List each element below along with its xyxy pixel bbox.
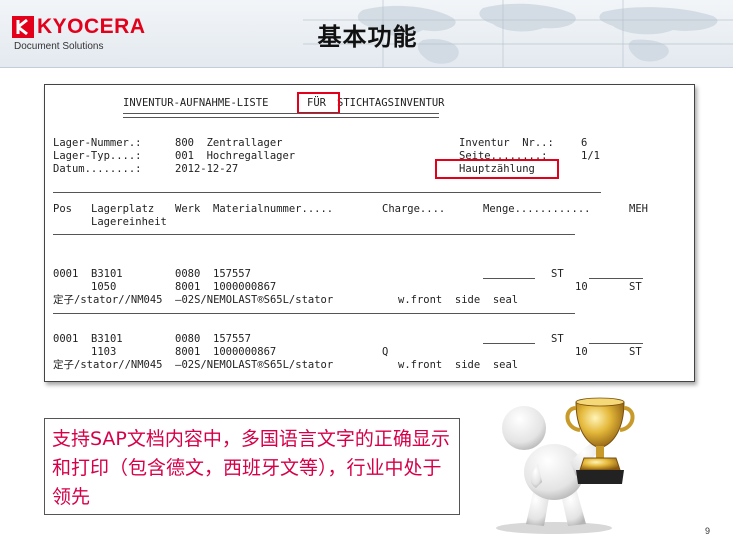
datum-value: 2012-12-27 (175, 163, 239, 175)
trophy-figure-icon (496, 397, 635, 534)
highlight-hauptzahlung (435, 159, 559, 179)
seite-value: 1/1 (581, 150, 600, 162)
header-divider (0, 67, 733, 68)
page-title: 基本功能 (317, 23, 418, 51)
row2-unit: ST (551, 333, 564, 345)
row1-material2: 1000000867 (213, 281, 277, 293)
column-lagerplatz: Lagerplatz (91, 203, 155, 215)
inventur-value: 6 (581, 137, 588, 149)
row2-pos: 0001 (53, 333, 79, 345)
column-pos: Pos (53, 203, 72, 215)
row1-count-line (483, 278, 535, 279)
column-charge: Charge.... (382, 203, 446, 215)
row1-description: 定子/stator//NM045 —02S/NEMOLAST®S65L/stat… (53, 294, 334, 306)
datum-label: Datum........: (53, 163, 142, 175)
row2-material: 157557 (213, 333, 251, 345)
row2-charge: Q (382, 346, 389, 358)
sap-printout: INVENTUR-AUFNAHME-LISTE FÜR STICHTAGSINV… (44, 84, 695, 382)
row2-count-line (483, 343, 535, 344)
header-bottom-rule (53, 234, 575, 235)
row1-werk2: 8001 (175, 281, 201, 293)
header-top-rule (53, 192, 601, 193)
column-meh: MEH (629, 203, 648, 215)
info-callout-text: 支持SAP文档内容中，多国语言文字的正确显示和打印（包含德文，西班牙文等），行业… (52, 428, 450, 508)
column-menge: Menge............ (483, 203, 591, 215)
row2-qty: 10 (575, 346, 588, 358)
row2-meh-line (589, 343, 643, 344)
row1-pos: 0001 (53, 268, 79, 280)
row2-lagereinheit: 1103 (91, 346, 117, 358)
row1-lagerplatz: B3101 (91, 268, 123, 280)
brand-subtitle: Document Solutions (14, 41, 104, 52)
column-werk: Werk (175, 203, 201, 215)
lager-nummer-label: Lager-Nummer.: (53, 137, 142, 149)
row2-material2: 1000000867 (213, 346, 277, 358)
row1-meh-line (589, 278, 643, 279)
row1-description-right: w.front side seal (398, 294, 519, 306)
kyocera-mark-icon (12, 16, 34, 38)
kyocera-logo: KYOCERA (12, 16, 146, 38)
row2-meh: ST (629, 346, 642, 358)
highlight-fur (297, 92, 340, 114)
row1-unit: ST (551, 268, 564, 280)
info-callout: 支持SAP文档内容中，多国语言文字的正确显示和打印（包含德文，西班牙文等），行业… (44, 418, 460, 515)
printout-heading-left: INVENTUR-AUFNAHME-LISTE (123, 97, 269, 109)
lager-nummer-value: 800 Zentrallager (175, 137, 283, 149)
printout-heading-right: STICHTAGSINVENTUR (337, 97, 445, 109)
row1-separator (53, 313, 575, 314)
row1-werk: 0080 (175, 268, 201, 280)
heading-underline (123, 113, 439, 118)
inventur-label: Inventur Nr..: (459, 137, 554, 149)
lager-typ-label: Lager-Typ....: (53, 150, 142, 162)
row1-lagereinheit: 1050 (91, 281, 117, 293)
row1-material: 157557 (213, 268, 251, 280)
page-number: 9 (705, 526, 711, 536)
row1-meh: ST (629, 281, 642, 293)
slide-header: KYOCERA Document Solutions 基本功能 (0, 0, 733, 68)
row1-qty: 10 (575, 281, 588, 293)
row2-werk: 0080 (175, 333, 201, 345)
brand-name: KYOCERA (37, 15, 146, 38)
row2-description: 定子/stator//NM045 —02S/NEMOLAST®S65L/stat… (53, 359, 334, 371)
column-lagereinheit: Lagereinheit (91, 216, 167, 228)
row2-description-right: w.front side seal (398, 359, 519, 371)
column-materialnummer: Materialnummer..... (213, 203, 334, 215)
row2-werk2: 8001 (175, 346, 201, 358)
row2-lagerplatz: B3101 (91, 333, 123, 345)
lager-typ-value: 001 Hochregallager (175, 150, 296, 162)
